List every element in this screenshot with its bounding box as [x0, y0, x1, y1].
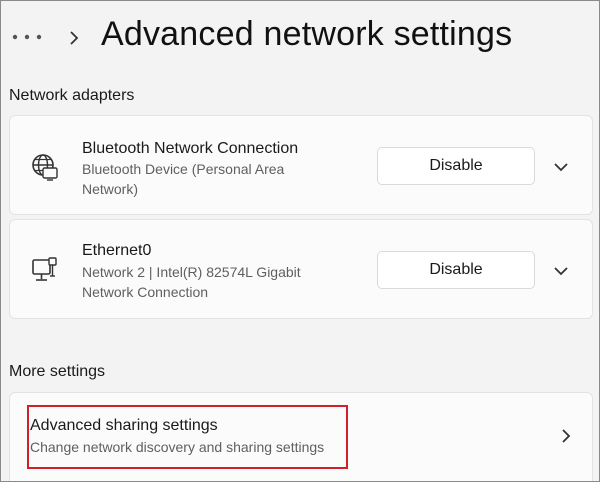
highlight-annotation	[27, 405, 348, 469]
disable-button-ethernet[interactable]: Disable	[377, 251, 535, 289]
adapter-description: Bluetooth Device (Personal Area Network)	[82, 161, 285, 197]
advanced-sharing-settings-row[interactable]: Advanced sharing settings Change network…	[9, 392, 593, 481]
more-dots-icon[interactable]	[11, 27, 45, 47]
page-header: Advanced network settings	[1, 1, 599, 77]
row-title: Advanced sharing settings	[30, 417, 218, 434]
settings-window: Advanced network settings Network adapte…	[0, 0, 600, 482]
adapter-name: Bluetooth Network Connection	[82, 140, 299, 157]
adapter-card-ethernet[interactable]: Ethernet0 Network 2 | Intel(R) 82574L Gi…	[9, 219, 593, 319]
adapter-name: Ethernet0	[82, 242, 152, 259]
section-heading-more-settings: More settings	[9, 363, 106, 380]
chevron-down-icon[interactable]	[552, 265, 570, 277]
ethernet-icon	[32, 257, 57, 281]
globe-icon	[32, 154, 58, 181]
chevron-right-icon[interactable]	[560, 427, 572, 445]
disable-button-bluetooth[interactable]: Disable	[377, 147, 535, 185]
adapter-card-bluetooth[interactable]: Bluetooth Network Connection Bluetooth D…	[9, 115, 593, 215]
adapter-description: Network 2 | Intel(R) 82574L Gigabit Netw…	[82, 264, 301, 300]
row-description: Change network discovery and sharing set…	[30, 439, 325, 455]
page-title: Advanced network settings	[101, 15, 513, 53]
chevron-right-icon	[70, 31, 79, 45]
chevron-down-icon[interactable]	[552, 161, 570, 173]
section-heading-network-adapters: Network adapters	[9, 87, 135, 104]
